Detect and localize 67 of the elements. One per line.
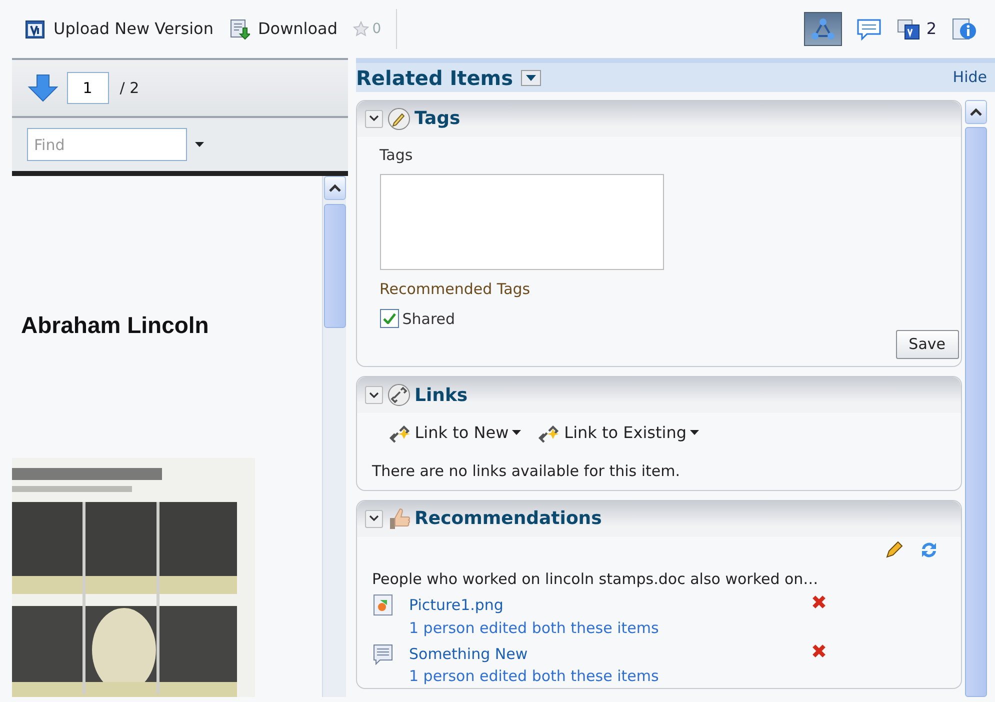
caret-icon bbox=[194, 142, 204, 148]
edit-count-link[interactable]: 1 person edited both these items bbox=[409, 665, 796, 688]
pencil-icon bbox=[884, 540, 904, 560]
collapse-button[interactable] bbox=[365, 110, 383, 128]
panel-title: Recommendations bbox=[414, 507, 602, 531]
document-upload-icon bbox=[24, 18, 46, 40]
caret-icon bbox=[690, 430, 700, 436]
versions-icon bbox=[896, 17, 922, 41]
item-link[interactable]: Picture1.png bbox=[409, 594, 796, 616]
document-heading: Abraham Lincoln bbox=[21, 311, 210, 340]
related-items-menu-button[interactable] bbox=[520, 70, 541, 86]
hide-link[interactable]: Hide bbox=[952, 66, 987, 89]
download-button[interactable]: Download bbox=[228, 17, 338, 41]
caret-icon bbox=[512, 430, 522, 436]
item-link[interactable]: Something New bbox=[409, 642, 796, 666]
find-field[interactable]: Find bbox=[27, 128, 187, 161]
caret-icon bbox=[526, 74, 536, 80]
panel-title: Tags bbox=[414, 107, 460, 131]
edit-button[interactable] bbox=[884, 540, 904, 560]
version-count: 2 bbox=[926, 18, 936, 40]
add-link-button[interactable]: Link to Existing bbox=[536, 420, 700, 444]
field-label: Tags bbox=[380, 145, 414, 166]
shared-checkbox[interactable] bbox=[380, 309, 398, 328]
star-icon[interactable] bbox=[352, 21, 368, 37]
tag-icon bbox=[386, 106, 411, 130]
collapse-button[interactable] bbox=[365, 510, 383, 528]
remove-button[interactable] bbox=[811, 594, 827, 610]
image-file-icon bbox=[372, 594, 394, 616]
info-icon bbox=[951, 17, 977, 41]
download-icon bbox=[228, 18, 250, 40]
comment-icon bbox=[856, 17, 882, 41]
edit-count-link[interactable]: 1 person edited both these items bbox=[409, 616, 796, 639]
scroll-up-button[interactable] bbox=[324, 176, 346, 200]
check-icon bbox=[382, 313, 396, 324]
scrollbar-thumb[interactable] bbox=[324, 204, 346, 328]
panel-title: Links bbox=[414, 384, 468, 408]
related-items-title: Related Items bbox=[356, 64, 514, 92]
page-number-field[interactable]: 1 bbox=[66, 72, 108, 104]
collapse-button[interactable] bbox=[365, 386, 383, 404]
chevron-down-icon bbox=[369, 515, 379, 522]
chevron-down-icon bbox=[369, 392, 379, 398]
scrollbar-thumb[interactable] bbox=[964, 127, 986, 698]
empty-message: There are no links available for this item. bbox=[372, 460, 681, 482]
network-icon bbox=[810, 17, 836, 41]
versions-view-button[interactable]: 2 bbox=[895, 12, 938, 46]
save-button[interactable]: Save bbox=[896, 330, 958, 358]
link-icon bbox=[386, 383, 411, 407]
chevron-down-icon bbox=[369, 115, 379, 122]
note-icon bbox=[372, 642, 394, 665]
checkbox-label: Shared bbox=[402, 308, 456, 330]
scroll-up-button[interactable] bbox=[964, 100, 986, 124]
add-link-button[interactable]: Link to New bbox=[387, 420, 522, 444]
down-arrow-icon bbox=[27, 73, 59, 103]
related-view-button[interactable] bbox=[804, 12, 842, 46]
chevron-up-icon bbox=[328, 184, 340, 192]
close-icon bbox=[811, 594, 827, 610]
chevron-up-icon bbox=[970, 108, 982, 116]
recommended-tags-label: Recommended Tags bbox=[380, 278, 532, 300]
page-total: / 2 bbox=[120, 78, 140, 99]
close-icon bbox=[811, 642, 827, 659]
upload-version-button[interactable]: Upload New Version bbox=[24, 17, 214, 41]
remove-button[interactable] bbox=[811, 642, 827, 659]
rating-count: 0 bbox=[372, 20, 382, 38]
tags-field[interactable] bbox=[380, 174, 664, 270]
next-page-button[interactable] bbox=[27, 73, 59, 103]
find-options-button[interactable] bbox=[194, 142, 204, 148]
recommendations-intro: People who worked on lincoln stamps.doc also worked on… bbox=[372, 568, 820, 590]
